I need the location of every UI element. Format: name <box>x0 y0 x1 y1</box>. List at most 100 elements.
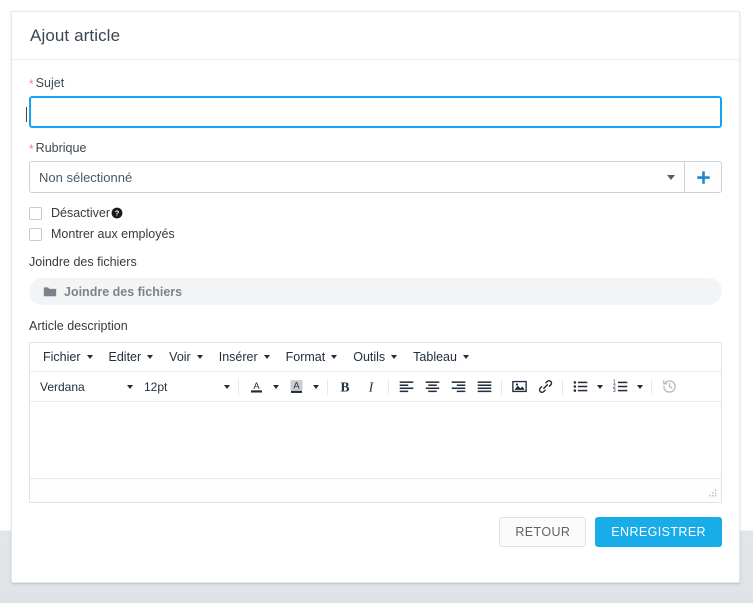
chevron-down-icon <box>273 384 279 389</box>
menu-editer[interactable]: Editer <box>101 347 162 367</box>
backcolor-dropdown[interactable] <box>309 375 323 399</box>
description-label: Article description <box>29 319 128 333</box>
menu-format-label: Format <box>285 350 326 364</box>
help-icon[interactable]: ? <box>111 207 123 219</box>
card-header: Ajout article <box>12 12 739 60</box>
toolbar-divider <box>501 378 502 395</box>
editor-statusbar <box>30 478 721 502</box>
italic-icon[interactable]: I <box>358 375 384 399</box>
menu-fichier-label: Fichier <box>43 350 81 364</box>
card-footer: RETOUR ENREGISTRER <box>12 503 739 547</box>
chevron-down-icon <box>196 355 203 359</box>
rubrique-label: * Rubrique <box>29 141 722 155</box>
backcolor-icon[interactable]: A <box>283 375 309 399</box>
editor-toolbar: Verdana 12pt A A B I 1 2 3 <box>30 372 721 402</box>
align-center-icon[interactable] <box>419 375 445 399</box>
bullist-icon[interactable] <box>567 375 593 399</box>
toolbar-divider <box>388 378 389 395</box>
montrer-checkbox[interactable] <box>29 227 42 241</box>
font-size-select[interactable]: 12pt <box>140 376 234 398</box>
align-justify-icon[interactable] <box>471 375 497 399</box>
checkbox-row-desactiver[interactable]: Désactiver ? <box>29 206 722 220</box>
chevron-down-icon <box>224 384 230 389</box>
chevron-down-icon <box>86 355 93 359</box>
align-left-icon[interactable] <box>393 375 419 399</box>
chevron-down-icon <box>147 355 154 359</box>
card-body: * Sujet * Rubrique Non sélectionné Désac… <box>12 60 739 503</box>
plus-icon <box>696 170 710 184</box>
subject-label-text: Sujet <box>35 76 65 90</box>
rubrique-selected-value: Non sélectionné <box>39 169 133 185</box>
required-asterisk: * <box>29 142 34 156</box>
rich-text-editor: Fichier Editer Voir Insérer Format Outil… <box>29 342 722 503</box>
menu-format[interactable]: Format <box>278 347 346 367</box>
resize-handle-icon[interactable] <box>707 488 718 499</box>
toolbar-divider <box>238 378 239 395</box>
page-root: Ajout article * Sujet * Rubrique Non sélec… <box>0 0 753 603</box>
restoredraft-icon[interactable] <box>656 375 682 399</box>
add-rubrique-button[interactable] <box>684 161 722 193</box>
align-right-icon[interactable] <box>445 375 471 399</box>
svg-text:?: ? <box>115 209 120 218</box>
attachments-label: Joindre des fichiers <box>29 255 137 269</box>
menu-tableau-label: Tableau <box>413 350 457 364</box>
subject-label: * Sujet <box>29 76 722 90</box>
desactiver-checkbox[interactable] <box>29 206 42 220</box>
folder-icon <box>43 286 57 296</box>
chevron-down-icon <box>391 355 398 359</box>
numlist-icon[interactable]: 1 2 3 <box>607 375 633 399</box>
image-icon[interactable] <box>506 375 532 399</box>
subject-input[interactable] <box>29 96 722 128</box>
field-rubrique: * Rubrique Non sélectionné <box>29 141 722 193</box>
bullist-dropdown[interactable] <box>593 375 607 399</box>
svg-text:I: I <box>368 379 375 394</box>
menu-outils-label: Outils <box>353 350 386 364</box>
font-family-select[interactable]: Verdana <box>36 376 137 398</box>
text-caret <box>26 107 27 122</box>
menu-editer-label: Editer <box>108 350 142 364</box>
numlist-dropdown[interactable] <box>633 375 647 399</box>
menu-outils[interactable]: Outils <box>345 347 405 367</box>
back-button[interactable]: RETOUR <box>499 517 587 547</box>
chevron-down-icon <box>597 384 603 389</box>
toolbar-divider <box>562 378 563 395</box>
field-subject: * Sujet <box>29 76 722 128</box>
rubrique-select[interactable]: Non sélectionné <box>29 161 684 193</box>
desactiver-label-text: Désactiver <box>51 206 111 220</box>
menu-inserer[interactable]: Insérer <box>211 347 278 367</box>
chevron-down-icon <box>667 175 675 180</box>
link-icon[interactable] <box>532 375 558 399</box>
save-button[interactable]: ENREGISTRER <box>595 517 722 547</box>
editor-content-area[interactable] <box>30 402 721 478</box>
attach-files-label: Joindre des fichiers <box>64 284 183 299</box>
forecolor-icon[interactable]: A <box>243 375 269 399</box>
page-title: Ajout article <box>30 25 121 45</box>
required-asterisk: * <box>29 77 34 91</box>
forecolor-dropdown[interactable] <box>269 375 283 399</box>
menu-voir-label: Voir <box>169 350 191 364</box>
svg-text:B: B <box>340 379 349 394</box>
menu-fichier[interactable]: Fichier <box>35 347 101 367</box>
chevron-down-icon <box>637 384 643 389</box>
editor-menubar: Fichier Editer Voir Insérer Format Outil… <box>30 343 721 372</box>
menu-tableau[interactable]: Tableau <box>405 347 477 367</box>
chevron-down-icon <box>313 384 319 389</box>
svg-text:A: A <box>293 381 300 391</box>
checkbox-row-montrer[interactable]: Montrer aux employés <box>29 227 722 241</box>
chevron-down-icon <box>127 384 133 389</box>
toolbar-divider <box>651 378 652 395</box>
rubrique-label-text: Rubrique <box>35 141 87 155</box>
svg-text:3: 3 <box>612 388 615 394</box>
bold-icon[interactable]: B <box>332 375 358 399</box>
montrer-label: Montrer aux employés <box>51 227 175 241</box>
add-article-card: Ajout article * Sujet * Rubrique Non sélec… <box>11 11 740 583</box>
menu-inserer-label: Insérer <box>218 350 258 364</box>
chevron-down-icon <box>462 355 469 359</box>
menu-voir[interactable]: Voir <box>161 347 211 367</box>
desactiver-label: Désactiver ? <box>51 206 123 220</box>
chevron-down-icon <box>331 355 338 359</box>
chevron-down-icon <box>263 355 270 359</box>
attach-files-button[interactable]: Joindre des fichiers <box>29 278 722 305</box>
svg-text:A: A <box>253 381 260 391</box>
toolbar-divider <box>327 378 328 395</box>
